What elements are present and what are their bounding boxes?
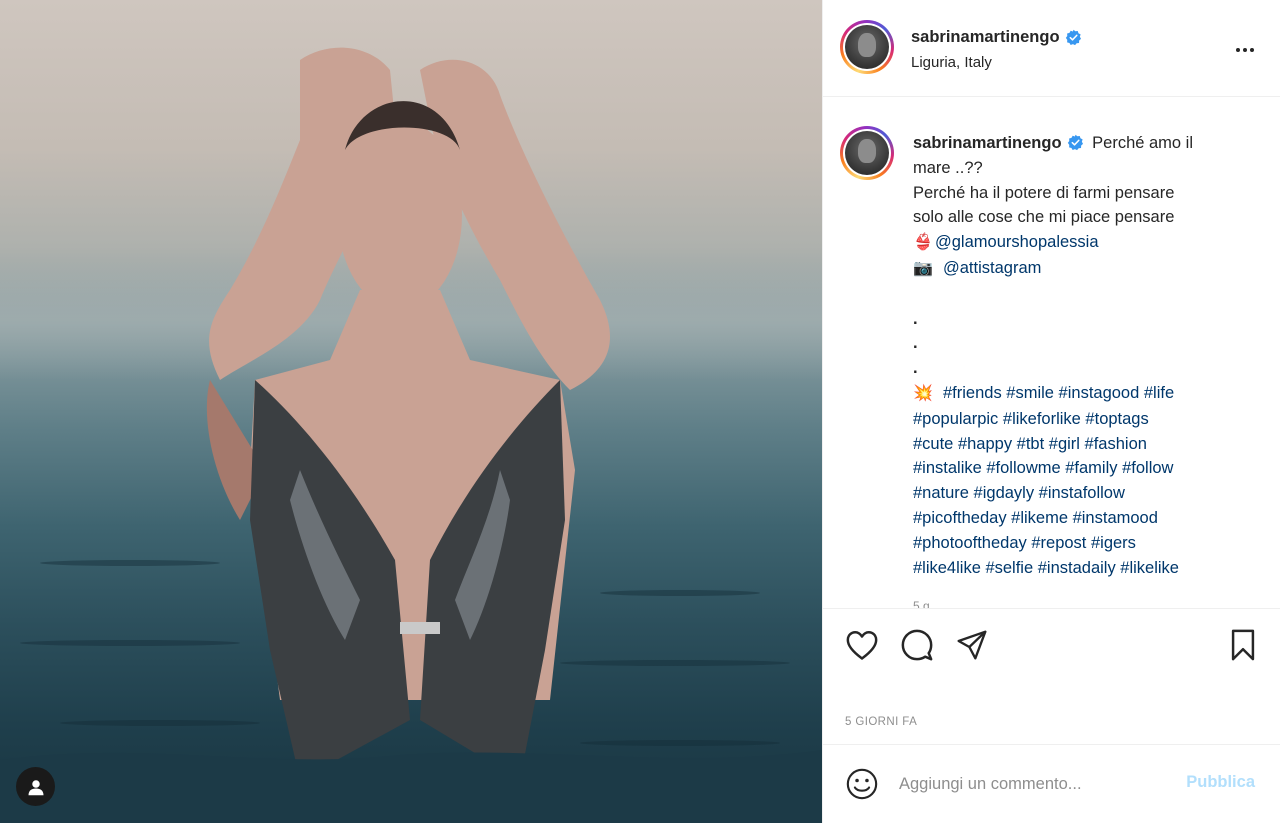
caption-text: Perché amo il <box>1092 134 1194 152</box>
smiley-icon <box>846 768 878 800</box>
hashtag-line[interactable]: #popularpic #likeforlike #toptags <box>913 407 1233 432</box>
bookmark-icon <box>1231 629 1255 661</box>
comments-section[interactable]: sabrinamartinengo Perché amo il mare ..?… <box>823 98 1280 608</box>
comment-input[interactable] <box>899 769 1169 799</box>
hashtag-line[interactable]: #picoftheday #likeme #instamood <box>913 506 1233 531</box>
mention-link[interactable]: @glamourshopalessia <box>935 233 1099 251</box>
post-caption: sabrinamartinengo Perché amo il mare ..?… <box>913 131 1233 608</box>
hashtag-line[interactable]: #instalike #followme #family #follow <box>913 456 1233 481</box>
author-username[interactable]: sabrinamartinengo <box>911 28 1060 47</box>
paper-plane-icon <box>957 630 987 660</box>
author-username-link[interactable]: sabrinamartinengo <box>911 28 1082 47</box>
caption-dot: . <box>913 309 918 328</box>
caption-username[interactable]: sabrinamartinengo <box>913 134 1062 152</box>
comment-composer: Pubblica <box>823 744 1280 823</box>
user-tag-button[interactable] <box>16 767 55 806</box>
hashtag-line[interactable]: #like4like #selfie #instadaily #likelike <box>913 556 1233 581</box>
emoji-picker-button[interactable] <box>843 765 881 803</box>
author-avatar[interactable] <box>840 20 894 74</box>
post-actions-bar <box>823 608 1280 678</box>
more-options-button[interactable] <box>1231 34 1259 62</box>
share-button[interactable] <box>952 625 992 665</box>
comment-button[interactable] <box>897 625 937 665</box>
comment-icon <box>901 629 933 661</box>
user-icon <box>28 779 43 795</box>
like-button[interactable] <box>842 625 882 665</box>
publish-button[interactable]: Pubblica <box>1186 773 1255 792</box>
verified-badge-icon <box>1065 29 1082 46</box>
verified-badge-icon <box>1067 134 1084 151</box>
caption-dot: . <box>913 334 918 353</box>
more-options-icon <box>1235 39 1256 57</box>
collision-emoji: 💥 <box>913 384 933 402</box>
bikini-emoji: 👙 <box>913 234 933 252</box>
caption-author-avatar[interactable] <box>840 126 894 180</box>
hashtag-line[interactable]: #nature #igdayly #instafollow <box>913 481 1233 506</box>
heart-icon <box>846 631 878 660</box>
caption-text: Perché ha il potere di farmi pensare <box>913 183 1175 202</box>
post-photo[interactable] <box>0 0 822 823</box>
photo-figure <box>0 47 822 823</box>
post-timestamp[interactable]: 5 GIORNI FA <box>845 716 917 728</box>
caption-time: 5 g <box>913 599 930 608</box>
hashtag-line[interactable]: #photooftheday #repost #igers <box>913 531 1233 556</box>
post-location-link[interactable]: Liguria, Italy <box>911 54 992 71</box>
post-side-panel: sabrinamartinengo Liguria, Italy sabrina… <box>822 0 1280 823</box>
hashtag-line[interactable]: #friends #smile #instagood #life <box>943 384 1174 402</box>
save-button[interactable] <box>1223 625 1263 665</box>
caption-text: mare ..?? <box>913 158 983 177</box>
post-header: sabrinamartinengo Liguria, Italy <box>823 0 1280 97</box>
mention-link[interactable]: @attistagram <box>943 259 1041 277</box>
caption-dot: . <box>913 359 918 378</box>
hashtag-line[interactable]: #cute #happy #tbt #girl #fashion <box>913 432 1233 457</box>
camera-emoji: 📷 <box>913 259 933 277</box>
caption-text: solo alle cose che mi piace pensare <box>913 208 1175 227</box>
